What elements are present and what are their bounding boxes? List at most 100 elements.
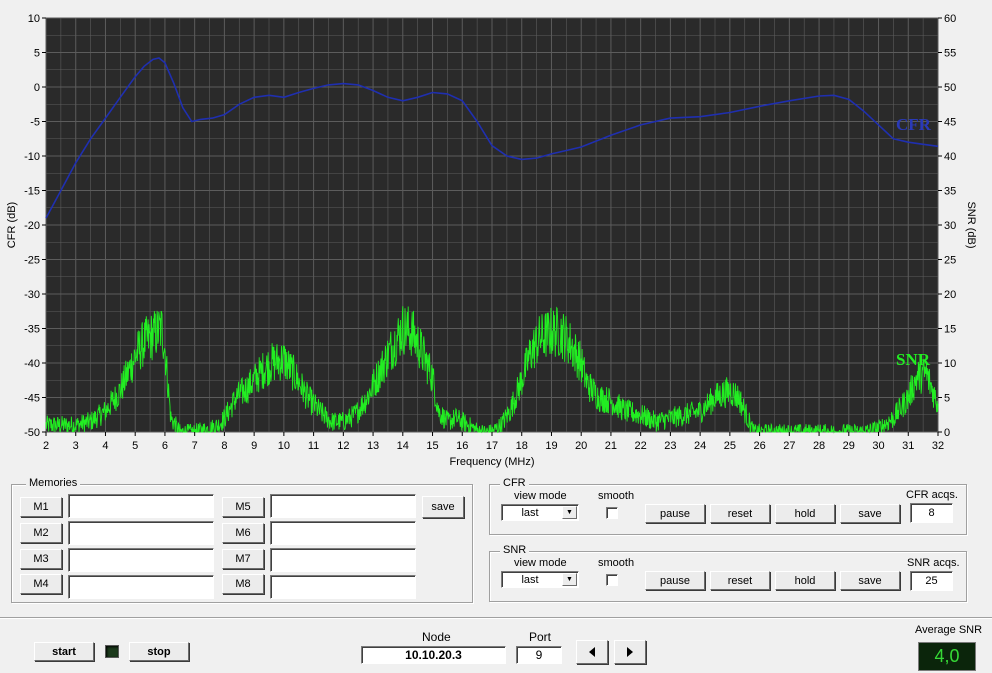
x-tick-label: 5 [132, 440, 138, 452]
y-right-tick-label: 10 [944, 358, 956, 370]
x-tick-label: 20 [575, 440, 587, 452]
node-field[interactable]: 10.10.20.3 [361, 646, 506, 664]
y-left-tick-label: -35 [24, 324, 40, 336]
x-tick-label: 19 [545, 440, 557, 452]
memory-m3-field[interactable] [68, 548, 214, 572]
x-tick-label: 7 [192, 440, 198, 452]
snr-acqs-label: SNR acqs. [907, 557, 960, 569]
y-right-tick-label: 20 [944, 289, 956, 301]
memory-m6-button[interactable]: M6 [222, 523, 264, 543]
snr-group-title: SNR [500, 544, 530, 556]
snr-view-mode-select[interactable]: last ▼ [501, 571, 579, 588]
snr-view-mode-value: last [521, 573, 539, 586]
y-left-tick-label: -15 [24, 186, 40, 198]
x-tick-label: 9 [251, 440, 257, 452]
y-left-tick-label: 5 [34, 48, 40, 60]
x-tick-label: 4 [102, 440, 108, 452]
y-left-tick-label: -10 [24, 151, 40, 163]
y-axis-left-title: CFR (dB) [6, 202, 18, 248]
x-tick-label: 6 [162, 440, 168, 452]
x-tick-label: 22 [635, 440, 647, 452]
average-snr-display: 4,0 [918, 642, 976, 671]
memory-m5-button[interactable]: M5 [222, 497, 264, 517]
x-tick-label: 23 [664, 440, 676, 452]
triangle-right-icon [627, 647, 633, 657]
status-led-indicator [105, 645, 119, 658]
memory-m1-button[interactable]: M1 [20, 497, 62, 517]
cfr-group-title: CFR [500, 477, 529, 489]
port-label: Port [529, 630, 552, 644]
y-axis-right-title: SNR (dB) [965, 201, 977, 248]
memory-m2-field[interactable] [68, 521, 214, 545]
triangle-left-icon [589, 647, 595, 657]
x-tick-label: 14 [397, 440, 409, 452]
x-axis-title: Frequency (MHz) [450, 456, 535, 468]
cfr-acqs-field[interactable]: 8 [910, 503, 953, 523]
y-left-tick-label: -40 [24, 358, 40, 370]
x-tick-label: 13 [367, 440, 379, 452]
y-left-tick-label: 0 [34, 82, 40, 94]
average-snr-label: Average SNR [915, 624, 983, 636]
cfr-hold-button[interactable]: hold [775, 504, 835, 523]
memory-m8-button[interactable]: M8 [222, 574, 264, 594]
y-right-tick-label: 45 [944, 117, 956, 129]
memory-m7-button[interactable]: M7 [222, 549, 264, 569]
snr-pause-button[interactable]: pause [645, 571, 705, 590]
memory-m4-field[interactable] [68, 575, 214, 599]
y-right-tick-label: 60 [944, 13, 956, 25]
snr-save-button[interactable]: save [840, 571, 900, 590]
memory-m5-field[interactable] [270, 494, 416, 518]
y-left-tick-label: 10 [28, 13, 40, 25]
memory-m6-field[interactable] [270, 521, 416, 545]
y-left-tick-label: -5 [30, 117, 40, 129]
snr-smooth-checkbox[interactable] [606, 574, 618, 586]
start-button[interactable]: start [34, 642, 94, 661]
stop-button[interactable]: stop [129, 642, 189, 661]
memory-m4-button[interactable]: M4 [20, 574, 62, 594]
x-tick-label: 26 [753, 440, 765, 452]
memory-m8-field[interactable] [270, 575, 416, 599]
y-right-tick-label: 40 [944, 151, 956, 163]
x-tick-label: 15 [426, 440, 438, 452]
memories-save-button[interactable]: save [422, 496, 464, 518]
memory-m2-button[interactable]: M2 [20, 523, 62, 543]
memory-m1-field[interactable] [68, 494, 214, 518]
memory-m3-button[interactable]: M3 [20, 549, 62, 569]
chevron-down-icon[interactable]: ▼ [562, 573, 577, 586]
port-field[interactable]: 9 [516, 646, 562, 664]
next-port-button[interactable] [614, 640, 646, 664]
snr-smooth-label: smooth [598, 557, 635, 569]
y-right-tick-label: 35 [944, 186, 956, 198]
x-tick-label: 18 [516, 440, 528, 452]
x-tick-label: 10 [278, 440, 290, 452]
y-right-tick-label: 5 [944, 393, 950, 405]
snr-reset-button[interactable]: reset [710, 571, 770, 590]
x-tick-label: 25 [724, 440, 736, 452]
x-tick-label: 30 [872, 440, 884, 452]
y-left-tick-label: -50 [24, 427, 40, 439]
node-label: Node [422, 630, 451, 644]
cfr-save-button[interactable]: save [840, 504, 900, 523]
x-tick-label: 11 [308, 440, 319, 452]
snr-hold-button[interactable]: hold [775, 571, 835, 590]
x-tick-label: 8 [221, 440, 227, 452]
x-tick-label: 21 [605, 440, 617, 452]
cfr-view-mode-select[interactable]: last ▼ [501, 504, 579, 521]
cfr-reset-button[interactable]: reset [710, 504, 770, 523]
cfr-pause-button[interactable]: pause [645, 504, 705, 523]
y-right-tick-label: 30 [944, 220, 956, 232]
spectrum-chart: 2 3 4 5 6 7 8 9 10 11 12 13 14 15 16 17 18 19 20 21 22 23 24 25… [6, 13, 977, 468]
chevron-down-icon[interactable]: ▼ [562, 506, 577, 519]
y-right-tick-label: 50 [944, 82, 956, 94]
prev-port-button[interactable] [576, 640, 608, 664]
cfr-smooth-checkbox[interactable] [606, 507, 618, 519]
x-tick-label: 3 [73, 440, 79, 452]
plot-grid [45, 17, 939, 433]
cfr-series-label: CFR [896, 115, 932, 134]
x-tick-label: 29 [843, 440, 855, 452]
snr-view-mode-label: view mode [514, 557, 567, 569]
memory-m7-field[interactable] [270, 548, 416, 572]
snr-acqs-field[interactable]: 25 [910, 571, 953, 591]
memories-title: Memories [26, 477, 81, 489]
y-left-tick-label: -45 [24, 393, 40, 405]
